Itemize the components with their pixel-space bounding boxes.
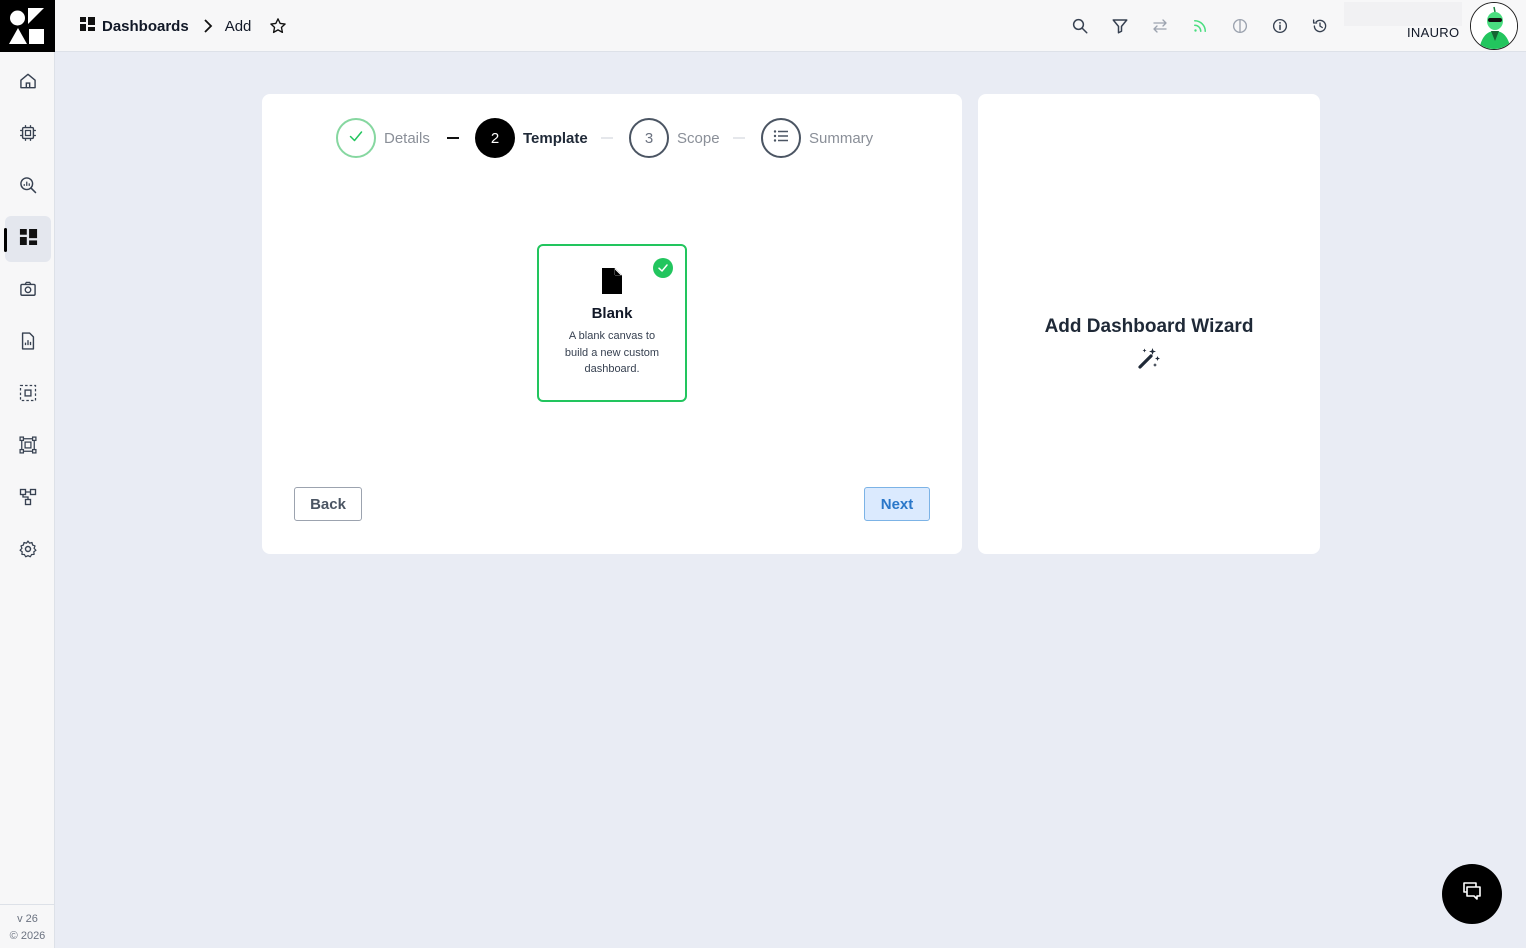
dashboards-icon xyxy=(80,17,95,35)
sidebar-item-home[interactable] xyxy=(5,60,51,106)
chevron-right-icon xyxy=(203,19,213,33)
wizard-info-title: Add Dashboard Wizard xyxy=(1044,316,1254,337)
chat-icon xyxy=(1460,880,1484,909)
favorite-star-icon[interactable] xyxy=(269,17,287,35)
breadcrumb-dashboards-label: Dashboards xyxy=(102,17,189,35)
sidebar-item-camera[interactable] xyxy=(5,268,51,314)
copyright-label: © 2026 xyxy=(9,930,46,942)
sidebar-item-selection[interactable] xyxy=(5,372,51,418)
selection-icon xyxy=(18,383,38,408)
breadcrumb-dashboards[interactable]: Dashboards xyxy=(80,17,189,35)
sidebar-item-hierarchy[interactable] xyxy=(5,476,51,522)
gear-icon xyxy=(18,539,38,564)
check-icon xyxy=(348,128,364,148)
step-scope-number: 3 xyxy=(644,129,654,147)
app-logo[interactable] xyxy=(0,0,55,52)
sidebar-item-reports[interactable] xyxy=(5,320,51,366)
magic-wand-icon xyxy=(1137,346,1161,370)
filter-icon[interactable] xyxy=(1108,14,1132,38)
wizard-info-panel: Add Dashboard Wizard xyxy=(978,94,1320,554)
next-button[interactable]: Next xyxy=(864,487,930,521)
camera-icon xyxy=(18,279,38,304)
list-icon xyxy=(773,129,789,147)
step-scope-marker[interactable]: 3 xyxy=(629,118,669,158)
version-label: v 26 xyxy=(17,913,38,925)
search-icon[interactable] xyxy=(1068,14,1092,38)
group-icon xyxy=(18,435,38,460)
home-icon xyxy=(18,71,38,96)
sidebar-item-dashboards[interactable] xyxy=(4,216,51,262)
step-details-marker[interactable] xyxy=(336,118,376,158)
step-template-marker[interactable]: 2 xyxy=(475,118,515,158)
organization-name: INAURO xyxy=(1407,25,1460,40)
step-details-label: Details xyxy=(384,130,430,147)
chat-button[interactable] xyxy=(1442,864,1502,924)
theme-icon[interactable] xyxy=(1228,14,1252,38)
step-connector xyxy=(447,137,459,139)
user-avatar[interactable] xyxy=(1470,2,1518,50)
breadcrumb: Dashboards Add xyxy=(80,0,287,52)
dashboards-icon xyxy=(19,228,38,250)
step-template-number: 2 xyxy=(490,129,500,147)
step-summary-label: Summary xyxy=(809,130,874,147)
back-button[interactable]: Back xyxy=(294,487,362,521)
swap-icon[interactable] xyxy=(1148,14,1172,38)
breadcrumb-current: Add xyxy=(224,17,252,35)
sidebar: v 26 © 2026 xyxy=(0,52,55,948)
step-scope-label: Scope xyxy=(677,130,720,147)
toolbar-icons xyxy=(1068,14,1332,38)
wizard-card: Details 2 Template 3 Scope Summary Blank… xyxy=(262,94,962,554)
step-connector xyxy=(601,137,613,139)
template-title: Blank xyxy=(591,305,633,322)
sidebar-item-groups[interactable] xyxy=(5,424,51,470)
blank-document-icon xyxy=(601,268,623,299)
chip-icon xyxy=(18,123,38,148)
info-icon[interactable] xyxy=(1268,14,1292,38)
version-info: v 26 © 2026 xyxy=(0,904,55,945)
toolbar-placeholder xyxy=(1344,2,1462,26)
hierarchy-icon xyxy=(18,487,38,512)
sidebar-item-settings[interactable] xyxy=(5,528,51,574)
analytics-search-icon xyxy=(18,175,38,200)
report-icon xyxy=(18,331,38,356)
sidebar-item-explore[interactable] xyxy=(5,164,51,210)
step-template-label: Template xyxy=(523,130,588,147)
feed-icon[interactable] xyxy=(1188,14,1212,38)
template-description: A blank canvas to build a new custom das… xyxy=(564,330,660,375)
history-icon[interactable] xyxy=(1308,14,1332,38)
sidebar-item-devices[interactable] xyxy=(5,112,51,158)
top-bar: Dashboards Add INAURO xyxy=(0,0,1526,52)
template-option-blank[interactable]: Blank A blank canvas to build a new cust… xyxy=(537,244,687,402)
selected-check-icon xyxy=(653,258,673,278)
step-connector xyxy=(733,137,745,139)
step-summary-marker[interactable] xyxy=(761,118,801,158)
